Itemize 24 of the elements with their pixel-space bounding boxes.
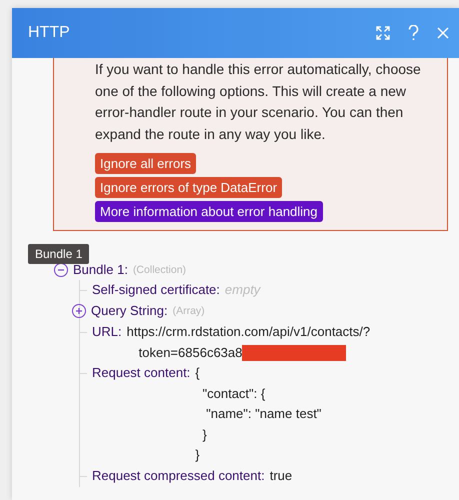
expand-toggle[interactable] xyxy=(72,304,86,318)
info-link-button[interactable]: More information about error handling xyxy=(95,201,323,222)
field-label: Request compressed content: xyxy=(92,466,265,485)
plus-icon xyxy=(75,307,83,315)
field-value: https://crm.rdstation.com/api/v1/contacts/? xyxy=(126,323,370,341)
ignore-errors-button[interactable]: Ignore all errors xyxy=(95,153,196,174)
help-icon[interactable] xyxy=(408,25,419,41)
type-hint: (Array) xyxy=(172,304,205,319)
tooltip: Bundle 1 xyxy=(28,244,90,264)
type-hint: (Collection) xyxy=(132,264,186,276)
field-label: Request content: xyxy=(92,364,190,382)
tree-node-label: Bundle 1: xyxy=(73,262,128,277)
field-value: empty xyxy=(224,281,260,299)
field-label: Query String: xyxy=(91,302,168,320)
expand-icon[interactable] xyxy=(376,26,390,40)
close-icon[interactable] xyxy=(437,27,449,39)
error-message: If you want to handle this error automatically, choose one of the following options. This will create a new error-handler route in your scenario. You can then expand the route in any way you like. xyxy=(95,60,422,144)
collapse-toggle[interactable] xyxy=(54,262,68,276)
window-title: HTTP xyxy=(28,24,71,42)
field-label: URL: xyxy=(92,323,122,341)
field-value: token=6856c63a8 xyxy=(138,344,242,362)
field-value: true xyxy=(270,466,292,484)
ignore-errors-button[interactable]: Ignore errors of type DataError xyxy=(95,177,282,198)
field-label: Self-signed certificate: xyxy=(92,281,220,299)
